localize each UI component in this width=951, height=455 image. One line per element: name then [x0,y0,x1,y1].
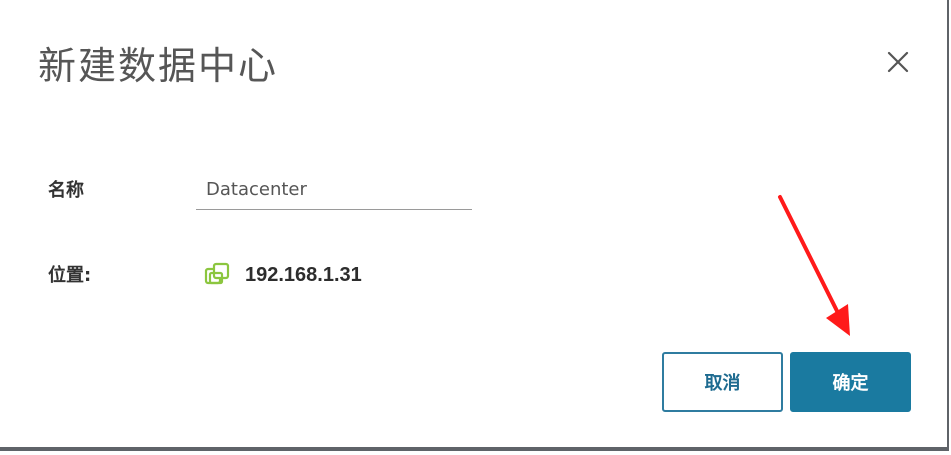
location-label: 位置: [48,265,92,286]
location-value: 192.168.1.31 [204,261,362,289]
name-input[interactable] [196,170,472,210]
close-button[interactable] [881,45,915,79]
dialog-title: 新建数据中心 [38,44,279,88]
new-datacenter-dialog: 新建数据中心 名称 位置: 192.168.1.31 取消 确定 [0,0,949,451]
location-host-text: 192.168.1.31 [245,263,362,286]
host-icon [204,262,230,285]
close-icon [887,51,909,73]
name-label: 名称 [48,180,84,201]
ok-button[interactable]: 确定 [790,352,911,412]
cancel-button[interactable]: 取消 [662,352,783,412]
